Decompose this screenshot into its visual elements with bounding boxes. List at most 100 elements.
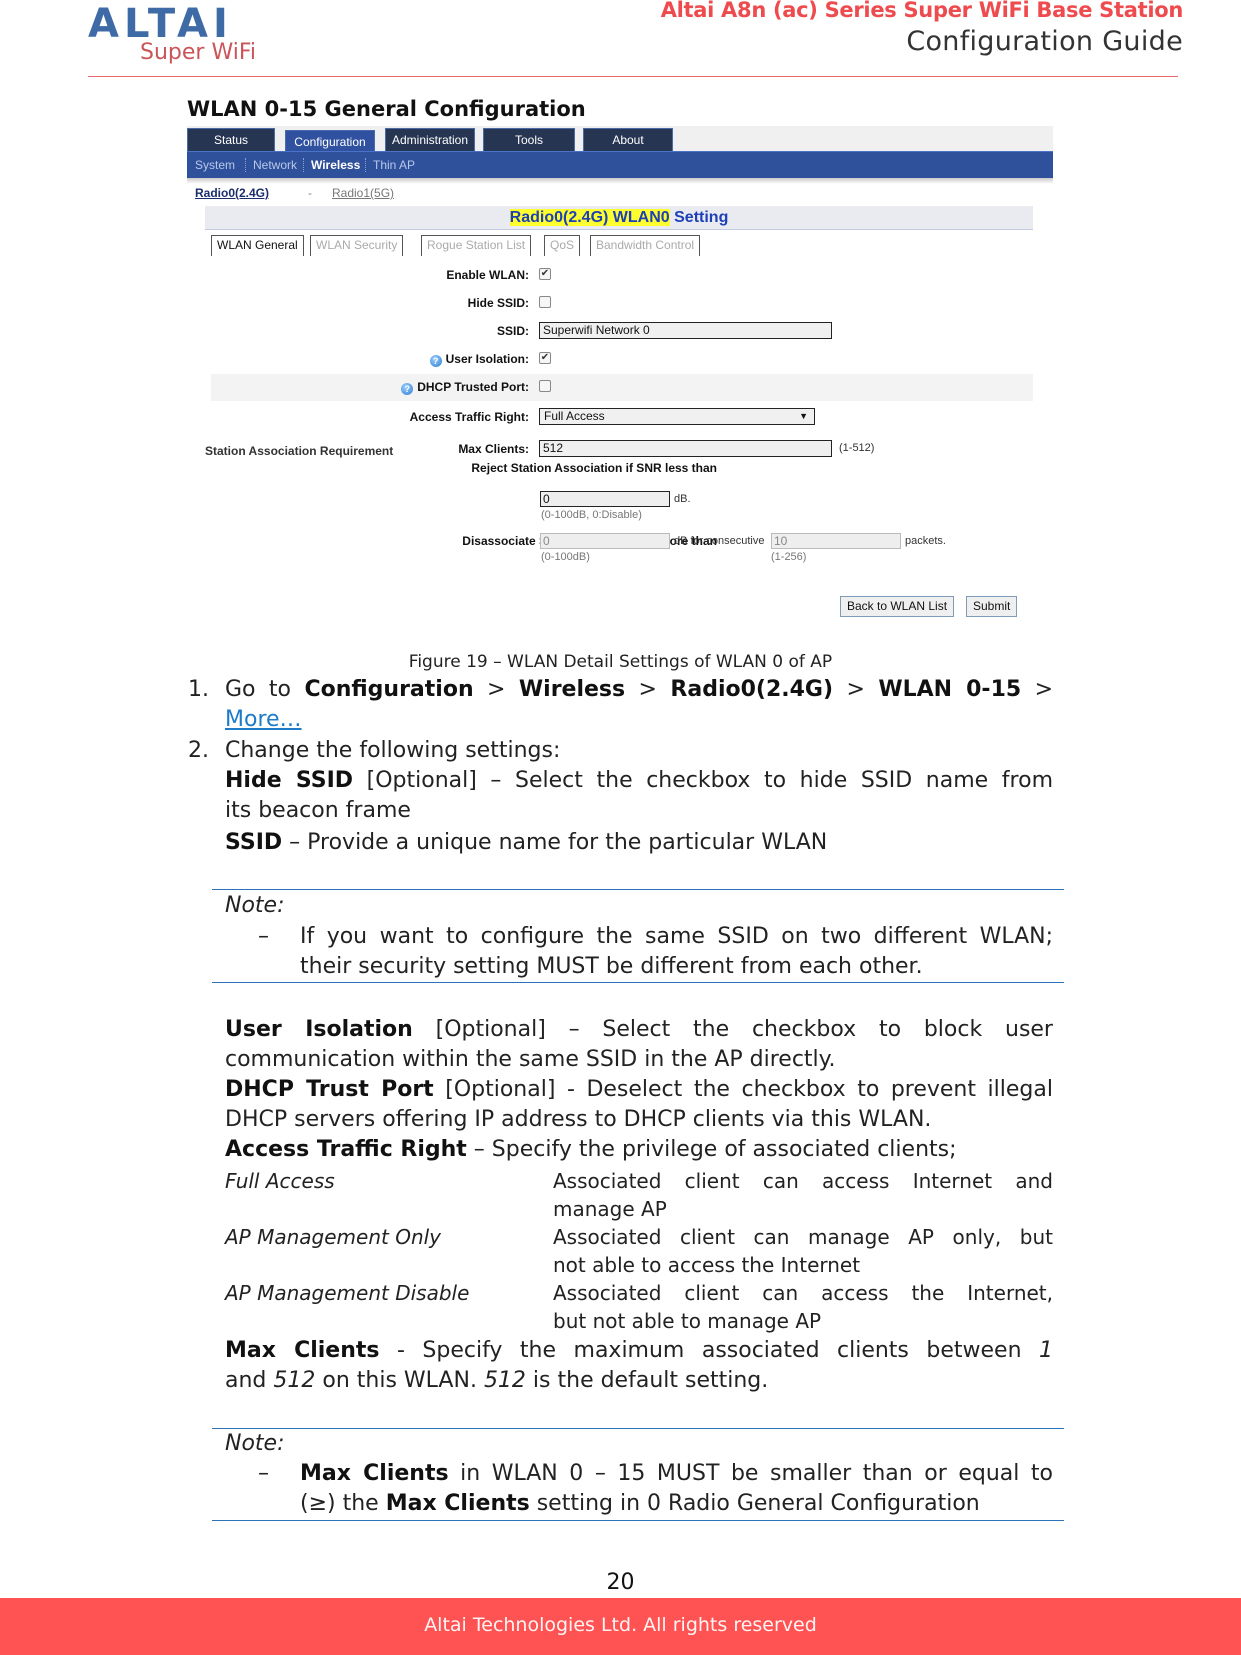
user-isolation-term: User Isolation xyxy=(225,1017,413,1042)
access-traffic-right-desc: – Specify the privilege of associated cl… xyxy=(466,1137,957,1162)
note-2-line-2-text: setting in 0 Radio General Configuration xyxy=(529,1491,980,1516)
step-1-path: Go to Configuration > Wireless > Radio0(… xyxy=(225,675,1053,705)
step-2-intro: Change the following settings: xyxy=(225,738,561,763)
dhcp-trusted-port-checkbox[interactable] xyxy=(539,380,551,392)
tab-configuration[interactable]: Configuration xyxy=(285,130,375,151)
note-divider xyxy=(212,982,1064,983)
reject-snr-label: Reject Station Association if SNR less t… xyxy=(471,461,717,475)
help-icon[interactable]: ? xyxy=(429,355,442,367)
note-1-line-1: If you want to configure the same SSID o… xyxy=(300,924,1053,949)
note-divider xyxy=(212,889,1064,890)
path-separator: > xyxy=(487,677,506,702)
path-separator: > xyxy=(638,677,657,702)
submit-button[interactable]: Submit xyxy=(966,596,1018,617)
tab-status[interactable]: Status xyxy=(187,128,275,151)
tab-qos[interactable]: QoS xyxy=(544,235,581,256)
subnav-system[interactable]: System xyxy=(195,157,235,173)
option-ap-management-disable: AP Management Disable xyxy=(225,1281,470,1305)
reject-snr-unit: dB. xyxy=(674,493,691,505)
max-clients-and: and xyxy=(225,1368,274,1393)
user-isolation-label-text: User Isolation: xyxy=(445,352,529,366)
radio0-link[interactable]: Radio0(2.4G) xyxy=(195,186,269,200)
tab-bandwidth-control[interactable]: Bandwidth Control xyxy=(590,235,701,256)
note-divider xyxy=(212,1520,1064,1521)
hide-ssid-checkbox[interactable] xyxy=(539,296,551,308)
dhcp-trust-port-description-cont: DHCP servers offering IP address to DHCP… xyxy=(225,1107,932,1132)
ssid-row: SSID: Superwifi Network 0 xyxy=(211,318,1033,345)
tab-wlan-security[interactable]: WLAN Security xyxy=(310,235,404,256)
access-traffic-right-row: Access Traffic Right: Full Access ▼ xyxy=(211,404,1033,431)
header-divider xyxy=(88,76,1178,77)
tab-rogue-station-list[interactable]: Rogue Station List xyxy=(421,235,532,256)
ssid-label: SSID: xyxy=(496,324,529,338)
max-clients-label: Max Clients: xyxy=(458,442,529,456)
note-2-line-1-text: in WLAN 0 – 15 MUST be smaller than or e… xyxy=(448,1461,1054,1486)
radio1-link[interactable]: Radio1(5G) xyxy=(332,186,394,200)
path-wireless: Wireless xyxy=(518,677,626,702)
tab-tools[interactable]: Tools xyxy=(483,128,575,151)
dhcp-trusted-port-row: ? DHCP Trusted Port: xyxy=(211,374,1033,401)
logo-wordmark: ALTAI xyxy=(88,1,233,47)
option-ap-management-disable-desc: Associated client can access the Interne… xyxy=(553,1281,1053,1305)
step-1-number: 1. xyxy=(188,677,209,702)
enable-wlan-checkbox[interactable]: ✔ xyxy=(539,268,551,280)
ssid-desc: – Provide a unique name for the particul… xyxy=(282,830,828,855)
max-clients-default-text: is the default setting. xyxy=(525,1368,769,1393)
reject-snr-input[interactable]: 0 xyxy=(540,491,670,507)
dhcp-trusted-port-label: ? DHCP Trusted Port: xyxy=(401,380,529,395)
max-clients-description-cont: and 512 on this WLAN. 512 is the default… xyxy=(225,1366,768,1396)
hide-ssid-label: Hide SSID: xyxy=(467,296,529,310)
note-2-line-2: (≥) the Max Clients setting in 0 Radio G… xyxy=(300,1489,980,1519)
tab-administration[interactable]: Administration xyxy=(385,128,475,151)
more-link[interactable]: More… xyxy=(225,705,302,735)
option-ap-management-disable-desc-cont: but not able to manage AP xyxy=(553,1309,822,1333)
hide-ssid-description-cont: its beacon frame xyxy=(225,798,411,823)
disassociate-snr-unit: dB for consecutive xyxy=(674,535,765,547)
dhcp-trust-port-desc: [Optional] - Deselect the checkbox to pr… xyxy=(433,1077,1053,1102)
document-subtitle: Configuration Guide xyxy=(906,26,1183,57)
enable-wlan-label: Enable WLAN: xyxy=(446,268,529,282)
subnav-network[interactable]: Network xyxy=(253,157,297,173)
ssid-term: SSID xyxy=(225,830,283,855)
dropdown-arrow-icon: ▼ xyxy=(799,411,808,421)
more-link-text[interactable]: More… xyxy=(225,707,302,732)
station-association-title: Station Association Requirement xyxy=(205,444,394,458)
max-clients-term: Max Clients xyxy=(225,1338,380,1363)
option-full-access: Full Access xyxy=(225,1169,335,1193)
subnav-thin-ap[interactable]: Thin AP xyxy=(373,157,415,173)
path-wlan-0-15: WLAN 0-15 xyxy=(878,677,1022,702)
enable-wlan-row: Enable WLAN: ✔ xyxy=(211,262,1033,289)
document-title: Altai A8n (ac) Series Super WiFi Base St… xyxy=(660,0,1184,22)
note-2-line-1: Max Clients in WLAN 0 – 15 MUST be small… xyxy=(300,1459,1053,1489)
tab-about[interactable]: About xyxy=(583,128,673,151)
radio-separator: - xyxy=(308,186,312,200)
option-full-access-desc: Associated client can access Internet an… xyxy=(553,1169,1053,1193)
top-navigation: Status Configuration Administration Tool… xyxy=(187,126,1053,151)
disassociate-snr-input[interactable]: 0 xyxy=(540,533,670,549)
user-isolation-checkbox[interactable]: ✔ xyxy=(539,352,551,364)
note-1-dash: – xyxy=(258,924,269,949)
help-icon[interactable]: ? xyxy=(401,383,414,395)
subnav-wireless[interactable]: Wireless xyxy=(311,157,360,173)
ssid-input[interactable]: Superwifi Network 0 xyxy=(539,322,832,339)
step-2-number: 2. xyxy=(188,738,209,763)
max-clients-on-wlan: on this WLAN. xyxy=(315,1368,484,1393)
note-2-line-2-prefix: (≥) the xyxy=(300,1491,386,1516)
access-traffic-right-select[interactable]: Full Access ▼ xyxy=(539,408,815,425)
sub-navigation: System Network Wireless Thin AP xyxy=(187,151,1053,178)
dhcp-trust-port-description: DHCP Trust Port [Optional] - Deselect th… xyxy=(225,1075,1053,1105)
hide-ssid-desc: [Optional] – Select the checkbox to hide… xyxy=(353,768,1053,793)
tab-wlan-general[interactable]: WLAN General xyxy=(211,235,304,256)
reject-snr-hint: (0-100dB, 0:Disable) xyxy=(541,509,642,521)
max-clients-input[interactable]: 512 xyxy=(539,440,832,457)
max-clients-description: Max Clients - Specify the maximum associ… xyxy=(225,1336,1053,1366)
consecutive-packets-input[interactable]: 10 xyxy=(771,533,901,549)
setting-title-highlight: Radio0(2.4G) WLAN0 xyxy=(509,209,670,226)
nav-shadow xyxy=(187,178,1053,184)
packets-unit: packets. xyxy=(905,535,946,547)
access-traffic-right-value: Full Access xyxy=(544,409,605,423)
max-clients-desc: - Specify the maximum associated clients… xyxy=(379,1338,1039,1363)
back-to-wlan-list-button[interactable]: Back to WLAN List xyxy=(840,596,955,617)
path-separator: > xyxy=(846,677,865,702)
hide-ssid-description: Hide SSID [Optional] – Select the checkb… xyxy=(225,766,1053,796)
